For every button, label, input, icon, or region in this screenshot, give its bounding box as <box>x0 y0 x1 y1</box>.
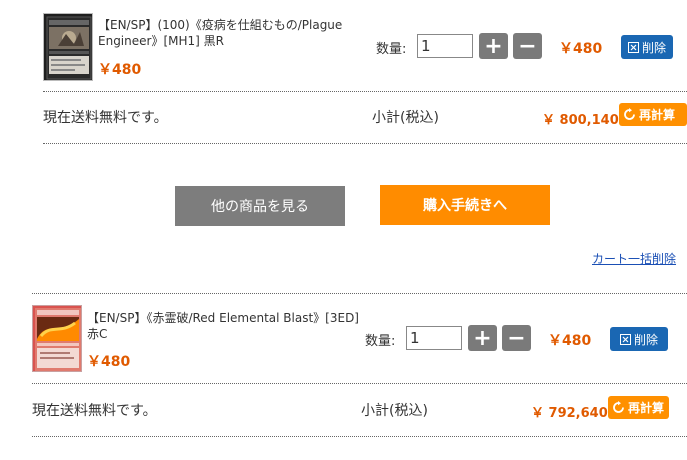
recalculate-button[interactable]: 再計算 <box>619 103 687 126</box>
close-box-icon <box>627 41 639 53</box>
recalculate-button[interactable]: 再計算 <box>608 396 669 419</box>
quantity-input[interactable] <box>417 34 473 58</box>
quantity-label: 数量: <box>365 334 396 349</box>
decrease-quantity-button[interactable]: − <box>513 33 542 59</box>
unit-price: ￥480 <box>548 333 592 349</box>
delete-button[interactable]: 削除 <box>610 327 668 351</box>
increase-quantity-button[interactable]: + <box>468 325 497 351</box>
subtotal-label: 小計(税込) <box>372 110 439 126</box>
product-name-line2[interactable]: Engineer》[MH1] 黒R <box>98 33 358 49</box>
checkout-button[interactable]: 購入手続きへ <box>380 185 550 225</box>
increase-quantity-button[interactable]: + <box>479 33 508 59</box>
product-name[interactable]: 【EN/SP】(100)《疫病を仕組むもの/Plague Engineer》[M… <box>98 17 358 49</box>
shipping-status: 現在送料無料です。 <box>32 403 157 419</box>
clear-cart-link[interactable]: カート一括削除 <box>592 250 687 267</box>
delete-label: 削除 <box>641 40 666 55</box>
divider <box>32 293 687 294</box>
product-name[interactable]: 【EN/SP】《赤霊破/Red Elemental Blast》[3ED] 赤C <box>87 310 367 342</box>
product-name-line2[interactable]: 赤C <box>87 326 367 342</box>
divider <box>32 436 687 437</box>
product-thumbnail[interactable] <box>43 13 93 81</box>
card-image-icon <box>35 308 81 371</box>
subtotal-value: ￥ 792,640 <box>531 406 608 421</box>
decrease-quantity-button[interactable]: − <box>502 325 531 351</box>
shipping-status: 現在送料無料です。 <box>43 110 168 126</box>
continue-shopping-button[interactable]: 他の商品を見る <box>175 186 345 226</box>
subtotal-value: ￥ 800,140 <box>542 113 619 128</box>
product-price: ￥480 <box>98 62 142 78</box>
divider <box>32 383 687 384</box>
divider <box>43 91 687 92</box>
product-price: ￥480 <box>87 354 131 370</box>
divider <box>43 143 687 144</box>
subtotal-label: 小計(税込) <box>361 403 428 419</box>
product-thumbnail[interactable] <box>32 305 82 372</box>
card-image-icon <box>46 16 92 80</box>
refresh-icon <box>624 108 635 120</box>
close-box-icon <box>619 333 631 345</box>
recalculate-label: 再計算 <box>639 108 676 122</box>
quantity-input[interactable] <box>406 326 462 350</box>
delete-button[interactable]: 削除 <box>621 35 673 59</box>
unit-price: ￥480 <box>559 41 603 57</box>
delete-label: 削除 <box>633 332 658 347</box>
quantity-label: 数量: <box>376 42 407 57</box>
product-name-line1[interactable]: 【EN/SP】《赤霊破/Red Elemental Blast》[3ED] <box>87 310 367 326</box>
product-name-line1[interactable]: 【EN/SP】(100)《疫病を仕組むもの/Plague <box>98 17 358 33</box>
recalculate-label: 再計算 <box>628 401 665 415</box>
refresh-icon <box>613 401 624 413</box>
